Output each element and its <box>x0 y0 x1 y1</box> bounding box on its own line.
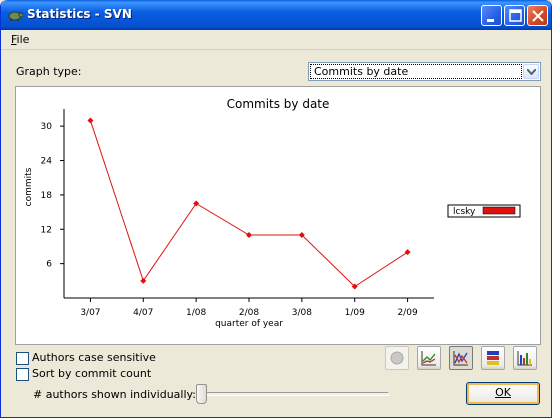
data-point <box>404 249 411 256</box>
statistics-window: Statistics - SVN File Graph type: Commit… <box>0 0 552 418</box>
y-tick-label: 18 <box>41 191 53 201</box>
data-point <box>193 200 200 207</box>
y-axis-label: commits <box>24 167 34 206</box>
commits-chart: Commits by date 6 12 18 24 30 3/07 4/07 1/08 2/08… <box>24 97 521 329</box>
y-tick-label: 24 <box>41 157 53 167</box>
graph-type-value: Commits by date <box>310 64 522 79</box>
authors-slider-track[interactable] <box>199 392 389 396</box>
chart-title: Commits by date <box>227 97 330 111</box>
tortoise-icon <box>8 11 23 21</box>
chevron-down-icon <box>527 69 536 75</box>
dropdown-button[interactable] <box>523 64 539 79</box>
bar-chart-icon <box>517 351 532 366</box>
stacked-bar-chart-button[interactable] <box>481 346 505 370</box>
menu-file[interactable]: File <box>11 33 29 46</box>
sort-by-count-checkbox[interactable] <box>16 368 29 381</box>
case-sensitive-checkbox[interactable] <box>16 352 29 365</box>
series-line <box>89 120 408 288</box>
stacked-bar-chart-icon <box>487 351 499 365</box>
x-tick-label: 3/08 <box>292 308 312 318</box>
x-tick-label: 1/08 <box>186 308 206 318</box>
sort-by-count-label[interactable]: Sort by commit count <box>32 367 151 380</box>
maximize-icon <box>509 9 522 22</box>
y-tick-label: 12 <box>41 225 52 235</box>
stacked-line-chart-button[interactable] <box>449 346 473 370</box>
window-title: Statistics - SVN <box>27 7 132 21</box>
bar-chart-button[interactable] <box>513 346 537 370</box>
minimize-button[interactable] <box>481 5 502 26</box>
graph-type-select[interactable]: Commits by date <box>308 62 541 81</box>
menu-file-label-rest: ile <box>16 33 30 46</box>
y-tick-label: 6 <box>46 260 52 270</box>
line-chart-icon <box>421 351 436 366</box>
legend-label: lcsky <box>453 207 476 217</box>
ok-button-label: OK <box>495 386 511 399</box>
stacked-line-chart-icon <box>453 351 468 366</box>
data-point <box>87 117 94 124</box>
x-tick-label: 4/07 <box>133 308 153 318</box>
data-point <box>246 232 252 238</box>
minimize-icon <box>487 19 494 22</box>
close-button[interactable] <box>527 5 548 26</box>
x-axis-label: quarter of year <box>215 319 283 329</box>
x-tick-label: 2/09 <box>397 308 417 318</box>
ok-button[interactable]: OK <box>466 382 540 405</box>
y-tick-label: 30 <box>41 122 53 132</box>
title-bar[interactable]: Statistics - SVN <box>1 0 551 30</box>
maximize-button[interactable] <box>504 5 525 26</box>
data-point <box>140 277 147 284</box>
case-sensitive-label[interactable]: Authors case sensitive <box>32 351 156 364</box>
legend-swatch <box>482 206 516 215</box>
chart-panel: Commits by date 6 12 18 24 30 3/07 4/07 1/08 2/08… <box>15 86 541 345</box>
pie-chart-button[interactable] <box>385 346 409 370</box>
x-tick-label: 3/07 <box>80 308 100 318</box>
line-chart-button[interactable] <box>417 346 441 370</box>
x-tick-label: 1/09 <box>345 308 365 318</box>
graph-type-label: Graph type: <box>16 65 82 78</box>
pie-chart-icon <box>390 351 404 365</box>
close-icon <box>532 10 544 22</box>
authors-slider-label: # authors shown individually: <box>33 388 196 401</box>
authors-slider-thumb[interactable] <box>196 384 207 404</box>
x-tick-label: 2/08 <box>239 308 259 318</box>
menu-bar: File <box>1 30 551 50</box>
